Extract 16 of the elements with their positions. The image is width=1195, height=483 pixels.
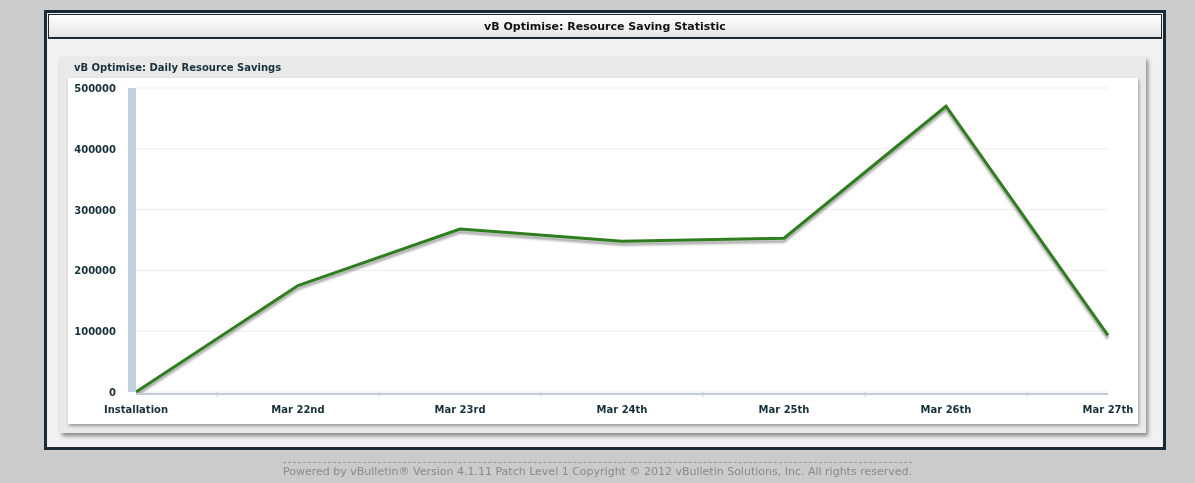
x-tick-label: Mar 22nd <box>271 404 325 415</box>
x-tick-label: Mar 23rd <box>434 404 486 415</box>
y-tick-label: 500000 <box>74 83 116 94</box>
x-tick-label: Mar 24th <box>596 404 648 415</box>
y-tick-label: 300000 <box>74 204 116 216</box>
x-tick-label: Mar 25th <box>758 404 810 415</box>
y-tick-label: 100000 <box>74 326 116 338</box>
x-tick-label: Mar 27th <box>1082 404 1134 415</box>
y-tick-label: 0 <box>109 387 116 398</box>
footer-text: Powered by vBulletin® Version 4.1.11 Patch Level 1 Copyright © 2012 vBulletin Solutions, Inc. All rights reserved. <box>283 462 912 478</box>
window-title: vB Optimise: Resource Saving Statistic <box>48 14 1162 39</box>
x-tick-label: Mar 26th <box>920 404 972 415</box>
y-tick-label: 400000 <box>74 143 116 155</box>
y-tick-label: 200000 <box>74 265 116 277</box>
x-tick-label: Installation <box>103 404 169 415</box>
chart-title: vB Optimise: Daily Resource Savings <box>73 61 283 75</box>
